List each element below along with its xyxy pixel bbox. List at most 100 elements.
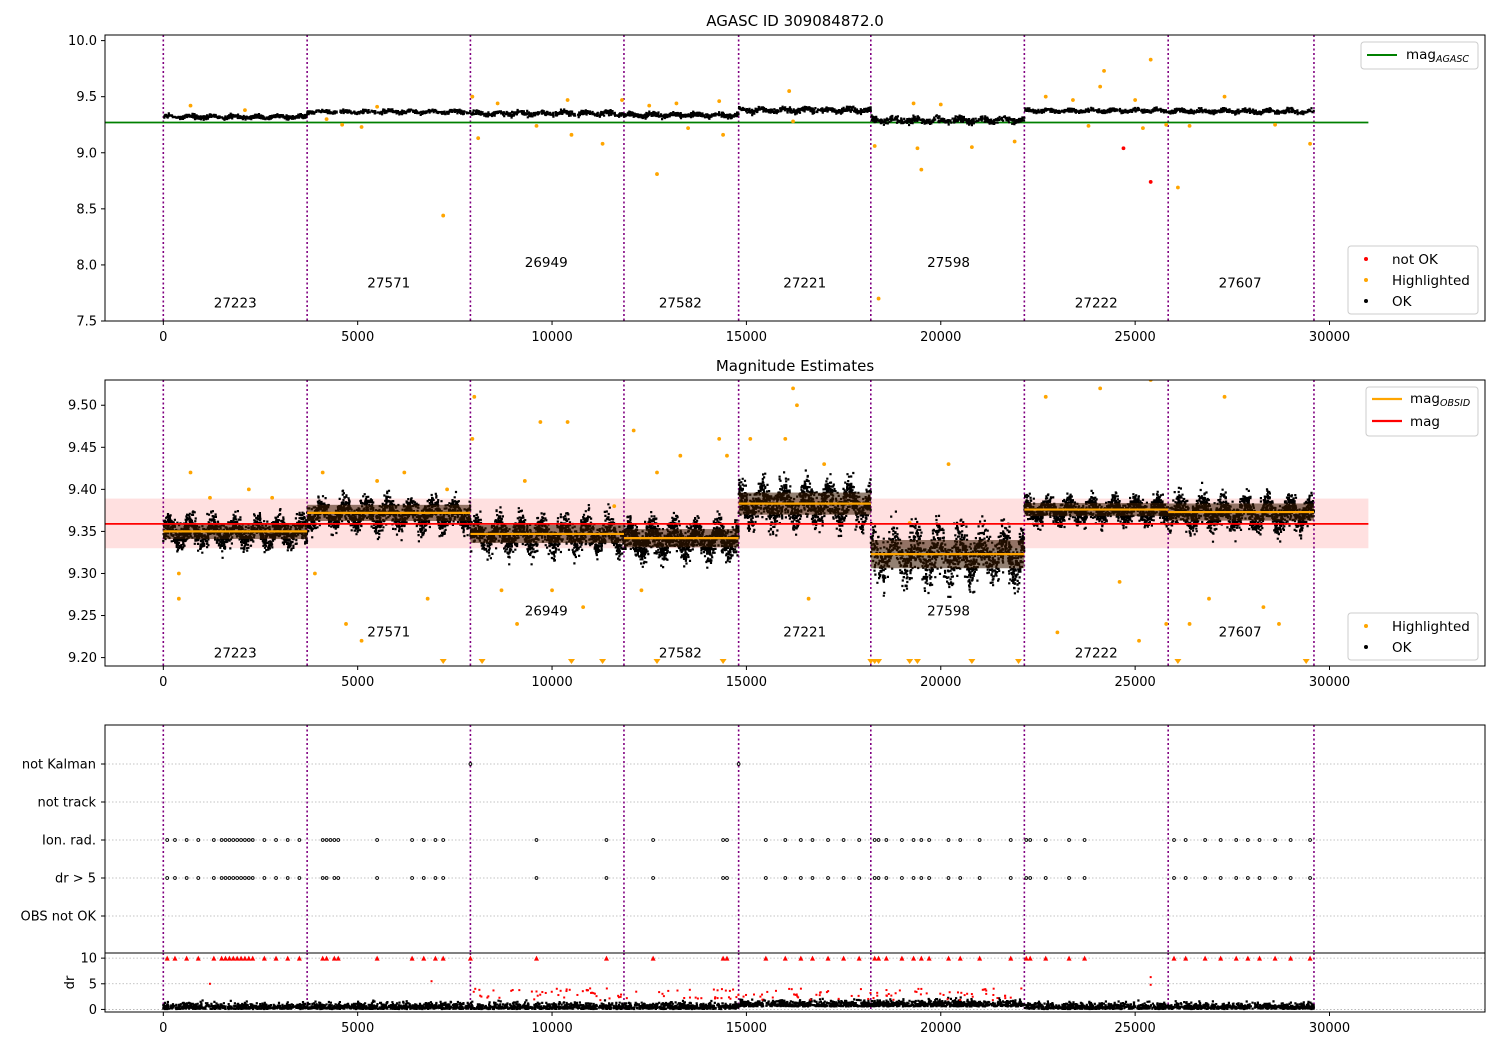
flag-point (223, 838, 228, 842)
flag-point (243, 876, 247, 880)
highlighted-point (717, 99, 722, 104)
dr-red-point (753, 993, 756, 996)
highlighted-point (313, 571, 317, 576)
dr-red-point (533, 998, 536, 1001)
highlighted-point (565, 98, 570, 102)
flag-point (1172, 838, 1176, 842)
highlighted-point (569, 132, 574, 137)
legend-label: OK (1392, 294, 1413, 310)
x-tick-label: 25000 (1114, 1021, 1155, 1036)
y-tick-label: 9.50 (68, 399, 97, 414)
highlighted-point (320, 470, 325, 475)
obsid-label: 26949 (525, 604, 568, 620)
dr-red-point (728, 989, 731, 992)
y-tick-label: 9.35 (68, 525, 97, 540)
flag-point (227, 838, 232, 842)
dr-red-point (898, 989, 901, 992)
flag-point (1257, 876, 1262, 880)
highlighted-point (176, 571, 181, 576)
dr-red-point (796, 995, 799, 998)
dr-clipped-marker (223, 955, 229, 961)
dr-clipped-marker (246, 955, 252, 961)
flag-point (1288, 838, 1293, 842)
flag-point (332, 838, 337, 842)
highlighted-point (674, 101, 679, 106)
obsid-label: 26949 (525, 255, 568, 271)
obsid-label: 27607 (1219, 625, 1262, 641)
below-range-marker (913, 659, 921, 664)
dr-outlier (970, 993, 973, 996)
highlighted-point (791, 119, 795, 124)
dr-red-point (1020, 987, 1023, 990)
dr-red-point (809, 998, 812, 1001)
highlighted-point (911, 101, 916, 106)
x-tick-label: 10000 (531, 1021, 572, 1036)
dr-red-point (774, 989, 777, 992)
dr-red-point (544, 991, 547, 994)
dr-clipped-marker (841, 955, 847, 961)
highlighted-point (1222, 94, 1227, 99)
flag-point (410, 838, 414, 842)
dr-red-point (857, 994, 860, 997)
flag-point (223, 876, 228, 880)
dr-red-point (914, 990, 917, 993)
flag-point (725, 876, 729, 880)
flag-point (857, 876, 861, 880)
notok-point (1121, 146, 1126, 151)
flag-point (763, 876, 768, 880)
highlighted-point (872, 144, 877, 148)
dr-red-point (472, 990, 475, 993)
dr-red-point (487, 995, 490, 998)
dr-red-point (541, 991, 544, 994)
legend-marker (1364, 299, 1368, 303)
legend-marker (1364, 257, 1368, 261)
dr-red-point (963, 994, 966, 997)
flag-label: not Kalman (22, 758, 96, 773)
dr-red-point (696, 997, 699, 1000)
dr-red-point (942, 993, 945, 996)
below-range-marker (1302, 659, 1310, 664)
flag-point (900, 876, 904, 880)
highlighted-point (787, 89, 792, 93)
x-tick-label: 15000 (726, 1021, 767, 1036)
flag-point (798, 876, 803, 880)
highlighted-point (919, 167, 924, 172)
flag-point (927, 876, 931, 880)
dr-clipped-marker (782, 955, 788, 961)
flag-point (1257, 838, 1262, 842)
legend-marker (1364, 624, 1368, 628)
highlighted-point (472, 394, 477, 399)
x-tick-label: 20000 (920, 675, 961, 690)
dr-red-point (876, 991, 879, 994)
highlighted-point (678, 453, 683, 458)
highlighted-point (565, 420, 570, 424)
dr-red-point (859, 988, 862, 991)
dr-red-point (732, 988, 735, 991)
below-range-marker (968, 659, 976, 664)
flag-point (927, 838, 931, 842)
highlighted-point (1176, 185, 1180, 190)
dr-clipped-marker (219, 955, 225, 961)
dr-red-point (745, 993, 748, 996)
legend-label: not OK (1392, 252, 1439, 268)
y-tick-label: 9.20 (68, 651, 97, 666)
dr-outlier (1149, 983, 1152, 986)
dr-clipped-marker (320, 955, 326, 961)
dr-clipped-marker (172, 955, 178, 961)
dr-clipped-marker (467, 955, 473, 961)
dr-red-point (946, 998, 949, 1001)
y-tick-label: 5 (89, 977, 97, 992)
highlighted-point (748, 436, 753, 441)
y-tick-label: 9.45 (68, 441, 97, 456)
highlighted-point (1164, 622, 1169, 626)
obsid-label: 27607 (1219, 275, 1262, 291)
highlighted-point (647, 103, 652, 108)
dr-red-point (595, 995, 598, 998)
dr-red-point (478, 988, 481, 991)
dr-red-point (992, 987, 995, 990)
dr-outlier (788, 987, 791, 990)
dr-red-point (992, 993, 995, 996)
highlighted-point (1043, 94, 1048, 99)
flag-point (725, 838, 729, 842)
highlighted-point (425, 596, 430, 601)
